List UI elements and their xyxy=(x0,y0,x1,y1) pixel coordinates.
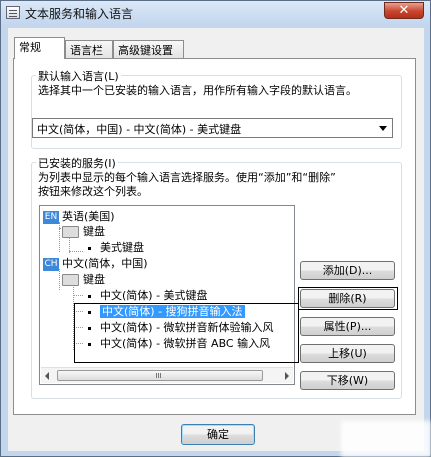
default-language-select[interactable]: 中文(简体，中国) - 中文(简体) - 美式键盘 xyxy=(32,118,393,138)
language-badge-ch: CH xyxy=(43,257,59,271)
tree-item-service-selected[interactable]: 中文(简体) - 搜狗拼音输入法 xyxy=(86,304,245,319)
tab-general[interactable]: 常规 xyxy=(14,37,65,59)
watermark-overlay xyxy=(341,421,431,457)
tree-line xyxy=(73,327,83,328)
tree-line xyxy=(59,269,60,290)
tree-line xyxy=(59,222,60,252)
app-icon xyxy=(6,6,20,19)
remove-button[interactable]: 删除(R) xyxy=(300,289,395,308)
chevron-down-icon[interactable] xyxy=(379,126,387,131)
scroll-right-icon[interactable] xyxy=(285,372,289,380)
bullet-icon xyxy=(88,246,91,250)
move-down-button[interactable]: 下移(W) xyxy=(300,371,395,390)
installed-services-description: 为列表中显示的每个输入语言选择服务。使用“添加”和“删除” 按钮来修改这个列表。 xyxy=(38,171,336,198)
default-language-description: 选择其中一个已安装的输入语言，用作所有输入字段的默认语言。 xyxy=(38,84,357,97)
move-up-button[interactable]: 上移(U) xyxy=(300,344,395,363)
tree-line xyxy=(73,311,83,312)
horizontal-scrollbar[interactable] xyxy=(41,367,293,383)
tree-item-keyboard[interactable]: 键盘 xyxy=(62,224,105,239)
keyboard-icon xyxy=(62,226,79,238)
add-button[interactable]: 添加(D)... xyxy=(300,261,395,280)
title-bar[interactable]: 文本服务和输入语言 ✕ xyxy=(1,1,430,25)
window-title: 文本服务和输入语言 xyxy=(25,7,134,21)
tab-language-bar[interactable]: 语言栏 xyxy=(65,40,113,58)
scrollbar-thumb[interactable] xyxy=(57,370,263,381)
bullet-icon xyxy=(88,294,91,298)
scroll-left-icon[interactable] xyxy=(45,372,49,380)
language-badge-en: EN xyxy=(43,210,59,224)
keyboard-icon xyxy=(62,274,79,286)
ok-button[interactable]: 确定 xyxy=(181,424,255,445)
tree-item-service[interactable]: 中文(简体) - 微软拼音 ABC 输入风 xyxy=(86,336,270,351)
tree-item-service[interactable]: 美式键盘 xyxy=(86,240,144,255)
tree-line xyxy=(73,284,74,350)
tree-line xyxy=(69,251,83,252)
bullet-icon xyxy=(88,342,91,346)
close-button[interactable]: ✕ xyxy=(384,2,424,19)
installed-services-tree[interactable]: EN 英语(美国) 键盘 美式键盘 CH 中文(简体，中国) 键盘 中文(简体) -… xyxy=(39,205,295,385)
default-language-value: 中文(简体，中国) - 中文(简体) - 美式键盘 xyxy=(37,123,242,136)
tree-item-chinese-simplified[interactable]: CH 中文(简体，中国) xyxy=(43,256,148,271)
tree-item-service[interactable]: 中文(简体) - 美式键盘 xyxy=(86,288,208,303)
tree-item-keyboard[interactable]: 键盘 xyxy=(62,272,105,287)
default-language-label: 默认输入语言(L) xyxy=(36,68,121,84)
bullet-icon xyxy=(88,326,91,330)
tree-line xyxy=(73,295,83,296)
tab-advanced-key-settings[interactable]: 高级键设置 xyxy=(113,40,184,58)
tree-line xyxy=(73,343,83,344)
dialog-window: 文本服务和输入语言 ✕ 常规 语言栏 高级键设置 默认输入语言(L) 选择其中一… xyxy=(0,0,431,457)
installed-services-label: 已安装的服务(I) xyxy=(36,155,118,171)
tree-item-service[interactable]: 中文(简体) - 微软拼音新体验输入风 xyxy=(86,320,274,335)
tree-item-english-us[interactable]: EN 英语(美国) xyxy=(43,209,115,224)
properties-button[interactable]: 属性(P)... xyxy=(300,317,395,336)
bullet-icon xyxy=(88,310,91,314)
grip-icon xyxy=(156,373,157,378)
